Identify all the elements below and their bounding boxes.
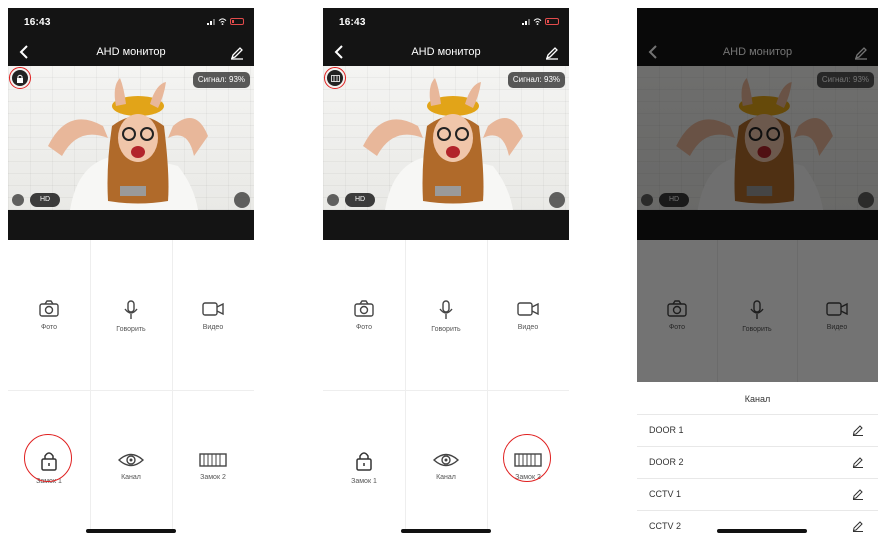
channel-option-label: CCTV 2 bbox=[649, 521, 682, 531]
video-feed: Сигнал: 93% HD bbox=[8, 66, 254, 210]
channel-sheet: Канал DOOR 1 DOOR 2 CCTV 1 CCTV 2 bbox=[637, 382, 878, 533]
highlight-circle bbox=[9, 67, 31, 89]
wifi-icon bbox=[533, 18, 542, 25]
camera-icon bbox=[354, 300, 374, 317]
mute-icon[interactable] bbox=[12, 194, 24, 206]
video-record-button[interactable]: Видео bbox=[487, 300, 569, 331]
control-grid: Фото Говорить Видео Замок 1 Канал Замок … bbox=[8, 240, 254, 530]
status-icons bbox=[522, 18, 559, 25]
eye-icon bbox=[118, 453, 144, 467]
microphone-icon bbox=[439, 300, 453, 319]
top-bar: 16:43 AHD монитор bbox=[323, 8, 569, 66]
channel-option-door2[interactable]: DOOR 2 bbox=[637, 446, 878, 478]
video-camera-icon bbox=[517, 302, 539, 316]
hd-toggle[interactable]: HD bbox=[30, 193, 60, 207]
edit-icon[interactable] bbox=[545, 44, 559, 60]
video-feed: Сигнал: 93% HD bbox=[323, 66, 569, 210]
lock1-button[interactable]: Замок 1 bbox=[323, 450, 405, 485]
edit-icon[interactable] bbox=[852, 456, 864, 468]
photo-button[interactable]: Фото bbox=[8, 300, 90, 331]
highlight-circle bbox=[324, 67, 346, 89]
video-label: Видео bbox=[517, 324, 539, 331]
wifi-icon bbox=[218, 18, 227, 25]
cellular-icon bbox=[522, 18, 530, 25]
edit-icon[interactable] bbox=[852, 520, 864, 532]
photo-label: Фото bbox=[40, 324, 58, 331]
photo-button[interactable]: Фото bbox=[323, 300, 405, 331]
lock-icon bbox=[356, 452, 372, 471]
highlight-circle bbox=[24, 434, 72, 482]
cellular-icon bbox=[207, 18, 215, 25]
fullscreen-icon[interactable] bbox=[234, 192, 250, 208]
video-record-button[interactable]: Видео bbox=[172, 300, 254, 331]
home-indicator bbox=[86, 529, 176, 533]
phone-screen-lock1-highlight: 16:43 AHD монитор Сигнал: 93% HD Фото Го… bbox=[8, 8, 254, 533]
modal-overlay[interactable] bbox=[637, 8, 878, 382]
home-indicator bbox=[717, 529, 807, 533]
signal-badge: Сигнал: 93% bbox=[192, 72, 250, 88]
signal-badge: Сигнал: 93% bbox=[507, 72, 565, 88]
video-label: Видео bbox=[202, 324, 224, 331]
fullscreen-icon[interactable] bbox=[549, 192, 565, 208]
channel-option-label: CCTV 1 bbox=[649, 489, 682, 499]
highlight-circle bbox=[503, 434, 551, 482]
lock2-label: Замок 2 bbox=[200, 474, 226, 481]
lock2-button[interactable]: Замок 2 bbox=[172, 452, 254, 481]
mute-icon[interactable] bbox=[327, 194, 339, 206]
talk-button[interactable]: Говорить bbox=[405, 300, 487, 333]
channel-option-label: DOOR 2 bbox=[649, 457, 684, 467]
page-title: AHD монитор bbox=[96, 46, 166, 58]
home-indicator bbox=[401, 529, 491, 533]
sheet-title: Канал bbox=[744, 394, 771, 404]
talk-label: Говорить bbox=[431, 326, 461, 333]
edit-icon[interactable] bbox=[852, 424, 864, 436]
gate-icon bbox=[199, 453, 227, 467]
edit-icon[interactable] bbox=[230, 44, 244, 60]
channel-option-door1[interactable]: DOOR 1 bbox=[637, 414, 878, 446]
channel-option-label: DOOR 1 bbox=[649, 425, 684, 435]
page-title: AHD монитор bbox=[411, 46, 481, 58]
channel-option-cctv1[interactable]: CCTV 1 bbox=[637, 478, 878, 510]
video-camera-icon bbox=[202, 302, 224, 316]
video-bottom-bar bbox=[323, 210, 569, 240]
lock1-label: Замок 1 bbox=[351, 478, 377, 485]
status-time: 16:43 bbox=[24, 17, 51, 28]
channel-label: Канал bbox=[436, 474, 456, 481]
edit-icon[interactable] bbox=[852, 488, 864, 500]
control-grid: Фото Говорить Видео Замок 1 Канал Замок … bbox=[323, 240, 569, 530]
status-icons bbox=[207, 18, 244, 25]
hd-toggle[interactable]: HD bbox=[345, 193, 375, 207]
talk-button[interactable]: Говорить bbox=[90, 300, 172, 333]
battery-icon bbox=[230, 18, 244, 25]
photo-label: Фото bbox=[355, 324, 373, 331]
phone-screen-channel-sheet: AHD монитор Сигнал: 93% HD Фото bbox=[637, 8, 878, 533]
video-bottom-bar bbox=[8, 210, 254, 240]
status-time: 16:43 bbox=[339, 17, 366, 28]
microphone-icon bbox=[124, 300, 138, 319]
phone-screen-lock2-highlight: 16:43 AHD монитор Сигнал: 93% HD Фото Го… bbox=[323, 8, 569, 533]
battery-icon bbox=[545, 18, 559, 25]
talk-label: Говорить bbox=[116, 326, 146, 333]
channel-label: Канал bbox=[121, 474, 141, 481]
eye-icon bbox=[433, 453, 459, 467]
channel-button[interactable]: Канал bbox=[90, 452, 172, 481]
channel-button[interactable]: Канал bbox=[405, 452, 487, 481]
camera-icon bbox=[39, 300, 59, 317]
top-bar: 16:43 AHD монитор bbox=[8, 8, 254, 66]
